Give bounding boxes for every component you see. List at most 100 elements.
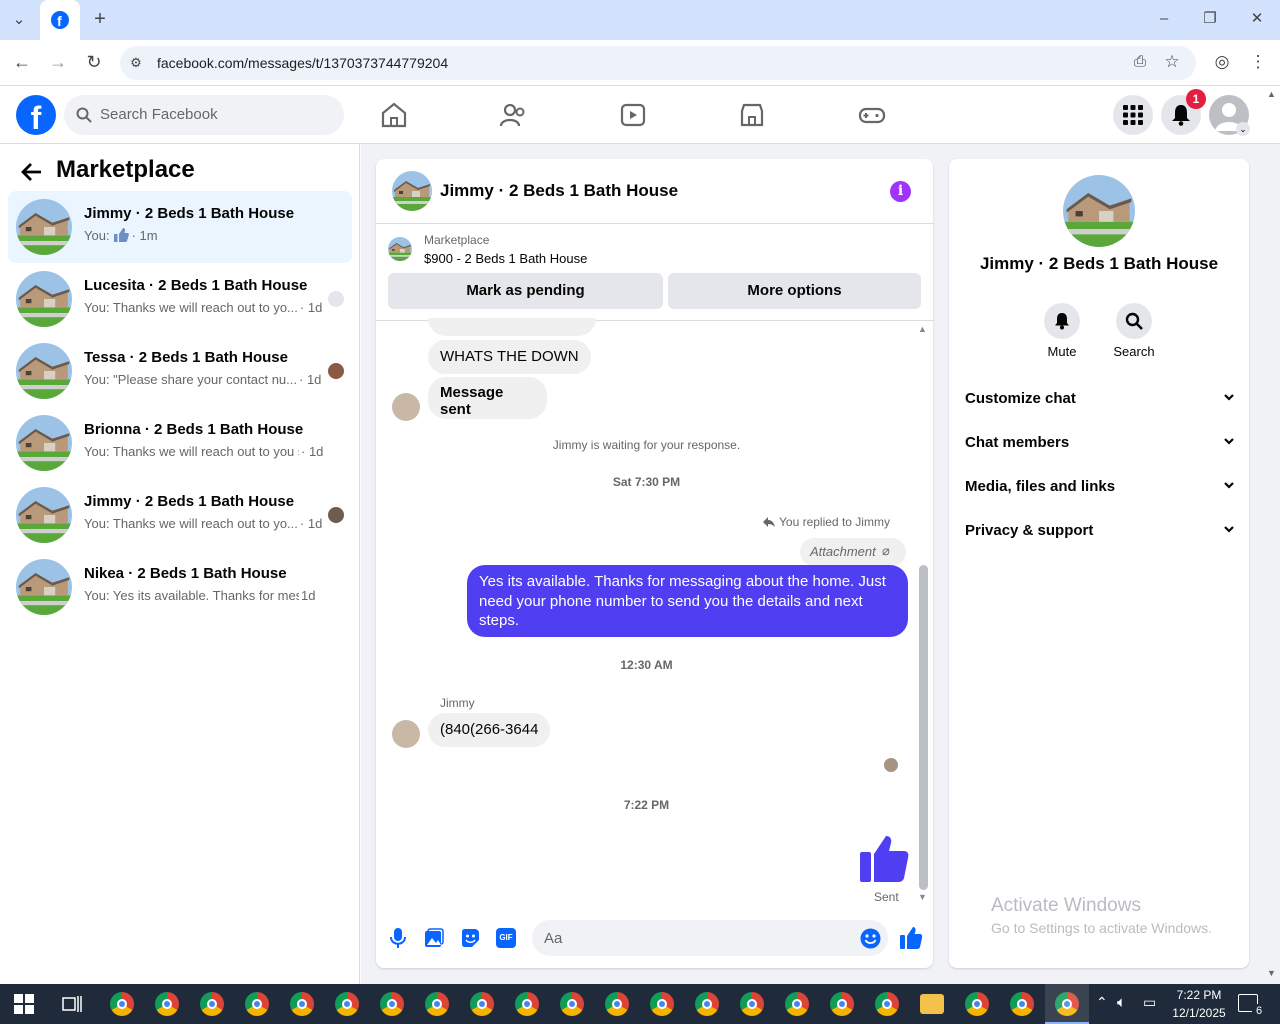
- facebook-logo[interactable]: f: [16, 95, 56, 135]
- message-input[interactable]: [532, 920, 888, 956]
- active-app-highlight: [1045, 984, 1089, 1024]
- profile-icon[interactable]: ◎: [1210, 52, 1234, 72]
- windows-start-icon[interactable]: [14, 994, 34, 1014]
- chat-title[interactable]: Jimmy · 2 Beds 1 Bath House: [440, 181, 678, 201]
- chrome-icon[interactable]: [695, 992, 719, 1016]
- gif-icon[interactable]: GIF: [496, 928, 516, 948]
- more-options-button[interactable]: More options: [668, 273, 921, 309]
- browser-tab[interactable]: f: [40, 0, 80, 40]
- chrome-icon[interactable]: [425, 992, 449, 1016]
- like-button-icon[interactable]: [899, 926, 923, 950]
- back-arrow-icon[interactable]: [20, 160, 44, 184]
- mark-as-pending-button[interactable]: Mark as pending: [388, 273, 663, 309]
- profile-avatar[interactable]: [1063, 175, 1135, 247]
- listing-title[interactable]: $900 - 2 Beds 1 Bath House: [424, 251, 587, 266]
- tray-chevron-icon[interactable]: ⌃: [1096, 994, 1108, 1011]
- jimmy-avatar[interactable]: [392, 720, 420, 748]
- info-section-item[interactable]: Media, files and links: [965, 478, 1235, 495]
- chevron-down-icon: [1223, 522, 1235, 539]
- chrome-icon[interactable]: [650, 992, 674, 1016]
- bookmark-star-icon[interactable]: ☆: [1160, 52, 1184, 72]
- restore-button[interactable]: ❐: [1198, 9, 1222, 29]
- chrome-icon[interactable]: [560, 992, 584, 1016]
- listing-thumbnail[interactable]: [388, 237, 412, 261]
- photo-icon[interactable]: [424, 928, 444, 948]
- thumbs-up-icon[interactable]: [858, 834, 910, 884]
- marketplace-icon[interactable]: [737, 100, 767, 130]
- chrome-icon[interactable]: [875, 992, 899, 1016]
- site-info-icon[interactable]: ⚙: [126, 53, 146, 73]
- scroll-down-arrow[interactable]: ▼: [918, 892, 927, 902]
- volume-icon[interactable]: 🔈︎: [1117, 994, 1126, 1011]
- scroll-up-arrow[interactable]: ▲: [918, 324, 927, 334]
- conversation-avatar[interactable]: [16, 271, 72, 327]
- chat-scrollbar[interactable]: [919, 565, 928, 890]
- incoming-message[interactable]: WHATS THE DOWN: [428, 340, 591, 374]
- account-chevron-icon[interactable]: ⌄: [1236, 122, 1250, 136]
- conversation-avatar[interactable]: [16, 559, 72, 615]
- browser-menu-icon[interactable]: ⋮: [1246, 52, 1270, 72]
- chrome-icon[interactable]: [290, 992, 314, 1016]
- message-sent-card[interactable]: Message sent: [428, 377, 547, 419]
- chrome-icon[interactable]: [740, 992, 764, 1016]
- new-tab-button[interactable]: +: [89, 9, 111, 29]
- search-input[interactable]: Search Facebook: [100, 106, 218, 123]
- task-view-icon[interactable]: [62, 995, 82, 1013]
- url-text[interactable]: facebook.com/messages/t/1370373744779204: [157, 55, 448, 71]
- friends-icon[interactable]: [498, 100, 528, 130]
- menu-button[interactable]: [1113, 95, 1153, 135]
- tab-search-icon[interactable]: ⌄: [8, 10, 30, 30]
- gaming-icon[interactable]: [857, 100, 887, 130]
- file-explorer-icon[interactable]: [920, 994, 944, 1014]
- chrome-icon[interactable]: [1010, 992, 1034, 1016]
- info-section-item[interactable]: Privacy & support: [965, 522, 1235, 539]
- house-photo: [1063, 175, 1135, 247]
- chat-avatar[interactable]: [392, 171, 432, 211]
- forward-button[interactable]: →: [46, 52, 70, 72]
- chrome-icon[interactable]: [380, 992, 404, 1016]
- back-button[interactable]: ←: [10, 52, 34, 72]
- minimize-button[interactable]: –: [1152, 9, 1176, 29]
- page-scroll-up[interactable]: ▲: [1267, 89, 1276, 99]
- chrome-icon[interactable]: [965, 992, 989, 1016]
- reload-button[interactable]: ↻: [82, 52, 106, 72]
- home-icon[interactable]: [379, 100, 409, 130]
- install-app-icon[interactable]: ⎙: [1128, 52, 1152, 72]
- read-receipt-avatar: [884, 758, 898, 772]
- chrome-icon[interactable]: [515, 992, 539, 1016]
- info-icon[interactable]: i: [890, 181, 911, 202]
- chrome-icon[interactable]: [200, 992, 224, 1016]
- mute-button[interactable]: [1044, 303, 1080, 339]
- chrome-icon[interactable]: [470, 992, 494, 1016]
- search-in-chat-button[interactable]: [1116, 303, 1152, 339]
- info-section-item[interactable]: Customize chat: [965, 390, 1235, 407]
- svg-text:f: f: [57, 13, 62, 29]
- jimmy-avatar[interactable]: [392, 393, 420, 421]
- chrome-icon[interactable]: [605, 992, 629, 1016]
- chrome-icon[interactable]: [245, 992, 269, 1016]
- conversation-avatar[interactable]: [16, 343, 72, 399]
- chrome-icon[interactable]: [830, 992, 854, 1016]
- chrome-icon[interactable]: [785, 992, 809, 1016]
- chrome-icon[interactable]: [110, 992, 134, 1016]
- outgoing-message[interactable]: Yes its available. Thanks for messaging …: [467, 565, 908, 637]
- taskbar-time[interactable]: 7:22 PM: [1164, 988, 1234, 1002]
- chrome-icon[interactable]: [335, 992, 359, 1016]
- video-icon[interactable]: [618, 100, 648, 130]
- page-scroll-down[interactable]: ▼: [1267, 968, 1276, 978]
- chrome-icon[interactable]: [155, 992, 179, 1016]
- network-icon[interactable]: ▭: [1143, 994, 1156, 1011]
- conversation-avatar[interactable]: [16, 415, 72, 471]
- profile-title[interactable]: Jimmy · 2 Beds 1 Bath House: [949, 254, 1249, 274]
- conversation-avatar[interactable]: [16, 487, 72, 543]
- microphone-icon[interactable]: [389, 927, 407, 949]
- conversation-name: Lucesita · 2 Beds 1 Bath House: [84, 277, 308, 294]
- message-input-placeholder[interactable]: Aa: [544, 930, 562, 947]
- close-window-button[interactable]: ✕: [1245, 9, 1269, 29]
- info-section-item[interactable]: Chat members: [965, 434, 1235, 451]
- taskbar-date[interactable]: 12/1/2025: [1164, 1006, 1234, 1020]
- emoji-icon[interactable]: [860, 928, 881, 949]
- conversation-avatar[interactable]: [16, 199, 72, 255]
- incoming-message[interactable]: (840(266-3644: [428, 713, 551, 747]
- sticker-icon[interactable]: [460, 928, 480, 948]
